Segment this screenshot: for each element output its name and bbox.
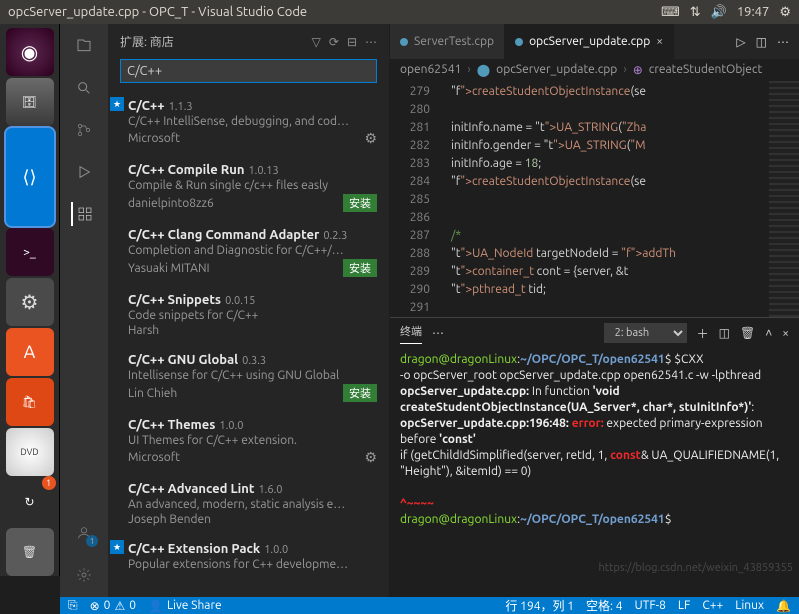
account-badge: 1 xyxy=(86,535,98,547)
extensions-sidebar: 扩展: 商店 ▽ ⟳ ⊟ ⋯ ★C/C++1.1.3C/C++ IntelliS… xyxy=(108,24,390,597)
editor-tabs: ServerTest.cpp opcServer_update.cpp× ▷ ◫… xyxy=(390,24,799,59)
code-lines[interactable]: "f">createStudentObjectInstance(se initI… xyxy=(440,81,769,317)
activity-bar: 1 xyxy=(60,24,108,597)
refresh-icon[interactable]: ⟳ xyxy=(329,35,339,49)
split-icon[interactable]: ◫ xyxy=(756,35,767,49)
extension-item[interactable]: C/C++ Snippets0.0.15Code snippets for C/… xyxy=(108,285,389,345)
run-icon[interactable]: ▷ xyxy=(736,35,745,49)
tab-opcserver-update[interactable]: opcServer_update.cpp× xyxy=(505,24,674,59)
account-icon[interactable]: 1 xyxy=(72,521,96,545)
extensions-icon[interactable] xyxy=(71,202,95,226)
more-icon[interactable]: ⋯ xyxy=(432,326,444,340)
keyboard-icon[interactable]: ⌨ xyxy=(661,5,680,20)
extension-item[interactable]: ★C/C++ Extension Pack1.0.0Popular extens… xyxy=(108,534,389,581)
system-tray: ⌨ ⇅ 🔊 19:47 ⚙ xyxy=(661,5,791,20)
terminal-selector[interactable]: 2: bash xyxy=(604,323,687,343)
line-gutter: 279280281282283284285286287288289290291 xyxy=(390,81,440,317)
watermark: https://blog.csdn.net/weixin_43859355 xyxy=(598,562,793,574)
system-topbar: opcServer_update.cpp - OPC_T - Visual St… xyxy=(0,0,799,24)
debug-icon[interactable] xyxy=(72,160,96,184)
install-button[interactable]: 安装 xyxy=(343,194,377,212)
terminal-tab[interactable]: 终端 xyxy=(400,323,422,344)
launcher-vscode[interactable]: ⟨⟩ xyxy=(6,128,54,226)
launcher-updater[interactable]: 1↻ xyxy=(6,478,54,526)
terminal-panel: 终端 ⋯ 2: bash ＋ ◫ 🗑 ˄ × dragon@dragonLinu… xyxy=(390,317,799,597)
more-icon[interactable]: ⋯ xyxy=(365,35,377,49)
launcher-software[interactable]: A xyxy=(6,328,54,376)
close-icon[interactable]: × xyxy=(656,35,663,48)
clear-icon[interactable]: ⊟ xyxy=(347,35,357,49)
launcher-files[interactable]: 🗄 xyxy=(6,78,54,126)
star-icon: ★ xyxy=(110,97,124,111)
volume-icon[interactable]: 🔊 xyxy=(711,5,727,20)
sidebar-title: 扩展: 商店 xyxy=(120,33,304,50)
window-title: opcServer_update.cpp - OPC_T - Visual St… xyxy=(8,5,661,19)
terminal-output[interactable]: dragon@dragonLinux:~/OPC/OPC_T/open62541… xyxy=(390,348,799,597)
minimap[interactable] xyxy=(769,81,799,317)
code-editor[interactable]: 279280281282283284285286287288289290291 … xyxy=(390,81,799,317)
scm-icon[interactable] xyxy=(72,118,96,142)
cpp-icon xyxy=(400,38,408,46)
network-icon[interactable]: ⇅ xyxy=(690,5,701,20)
tab-servertest[interactable]: ServerTest.cpp xyxy=(390,24,505,59)
launcher-dash[interactable]: ◉ xyxy=(6,28,54,76)
ubuntu-launcher: ◉ 🗄 ⟨⟩ >_ ⚙ A 🛍 DVD 1↻ 🗑 xyxy=(0,24,60,576)
extension-search-input[interactable] xyxy=(120,59,377,83)
new-terminal-icon[interactable]: ＋ xyxy=(697,325,709,342)
settings-icon[interactable]: ⚙ xyxy=(779,5,791,20)
extension-item[interactable]: C/C++ Advanced Lint1.6.0An advanced, mod… xyxy=(108,474,389,534)
chevron-up-icon[interactable]: ˄ xyxy=(765,326,772,340)
launcher-settings[interactable]: ⚙ xyxy=(6,278,54,326)
install-button[interactable]: 安装 xyxy=(343,384,377,402)
gear-icon[interactable] xyxy=(72,563,96,587)
gear-icon[interactable]: ⚙ xyxy=(364,130,377,147)
launcher-terminal[interactable]: >_ xyxy=(6,228,54,276)
star-icon: ★ xyxy=(110,540,124,554)
extension-list[interactable]: ★C/C++1.1.3C/C++ IntelliSense, debugging… xyxy=(108,91,389,597)
launcher-dvd[interactable]: DVD xyxy=(6,428,54,476)
status-encoding[interactable]: UTF-8 xyxy=(634,599,665,612)
status-language[interactable]: C++ xyxy=(702,599,723,612)
clock[interactable]: 19:47 xyxy=(737,5,770,19)
filter-icon[interactable]: ▽ xyxy=(312,35,321,49)
split-terminal-icon[interactable]: ◫ xyxy=(719,326,730,340)
more-icon[interactable]: ⋯ xyxy=(777,35,789,49)
extension-item[interactable]: ★C/C++1.1.3C/C++ IntelliSense, debugging… xyxy=(108,91,389,155)
status-errors[interactable]: ⊗ 0 ⚠ 0 xyxy=(90,599,136,613)
extension-item[interactable]: C/C++ Themes1.0.0UI Themes for C/C++ ext… xyxy=(108,410,389,474)
install-button[interactable]: 安装 xyxy=(343,259,377,277)
remote-icon[interactable]: ⎘ xyxy=(68,599,78,613)
explorer-icon[interactable] xyxy=(72,34,96,58)
status-bell[interactable]: 🔔 xyxy=(776,599,791,613)
close-icon[interactable]: × xyxy=(782,327,789,340)
trash-icon[interactable]: 🗑 xyxy=(740,326,755,340)
extension-item[interactable]: C/C++ GNU Global0.3.3Intellisense for C/… xyxy=(108,345,389,410)
live-share[interactable]: 👤 Live Share xyxy=(148,599,222,613)
search-icon[interactable] xyxy=(72,76,96,100)
extension-item[interactable]: C/C++ Clang Command Adapter0.2.3Completi… xyxy=(108,220,389,285)
launcher-store[interactable]: 🛍 xyxy=(6,378,54,426)
breadcrumb[interactable]: open62541› ⬤opcServer_update.cpp› ⊕creat… xyxy=(390,59,799,81)
status-os[interactable]: Linux xyxy=(735,599,764,612)
gear-icon[interactable]: ⚙ xyxy=(364,449,377,466)
launcher-trash[interactable]: 🗑 xyxy=(6,528,54,576)
extension-item[interactable]: C/C++ Compile Run1.0.13Compile & Run sin… xyxy=(108,155,389,220)
cpp-icon xyxy=(515,38,523,46)
status-eol[interactable]: LF xyxy=(678,599,690,612)
